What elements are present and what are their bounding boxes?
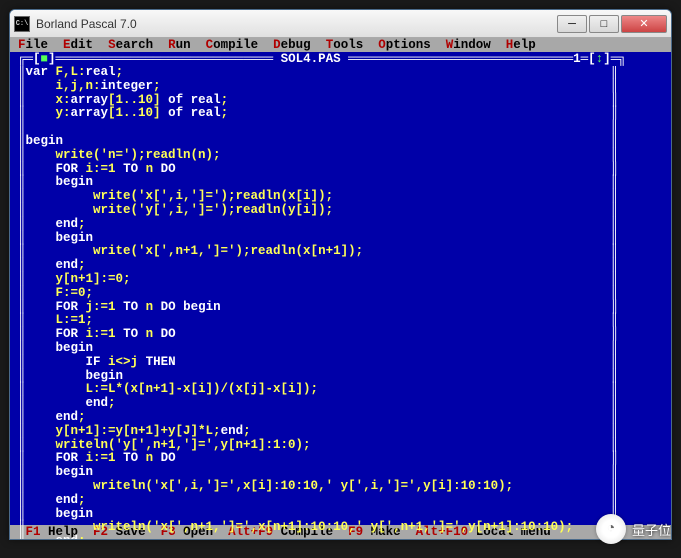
menu-help[interactable]: Help: [506, 38, 536, 52]
menu-search[interactable]: Search: [108, 38, 153, 52]
close-button[interactable]: ✕: [621, 15, 667, 33]
titlebar[interactable]: C:\ Borland Pascal 7.0 ─ □ ✕: [10, 10, 671, 38]
code-line: ║ write('n=');readln(n); ║: [18, 149, 663, 163]
code-line: ║ y[n+1]:=y[n+1]+y[J]*L;end; ║: [18, 425, 663, 439]
code-area[interactable]: ║var F,L:real; ║║ i,j,n:integer; ║║ x:ar…: [18, 66, 663, 539]
menu-debug[interactable]: Debug: [273, 38, 311, 52]
watermark-logo-icon: ◔: [596, 514, 626, 544]
code-line: ║ end; ║: [18, 411, 663, 425]
code-line: ║ end; ║: [18, 494, 663, 508]
minimize-button[interactable]: ─: [557, 15, 587, 33]
code-line: ║ end; ║: [18, 535, 663, 539]
code-line: ║ writeln('x[',i,']=',x[i]:10:10,' y[',i…: [18, 480, 663, 494]
close-box-icon[interactable]: ■: [41, 52, 49, 66]
app-icon: C:\: [14, 16, 30, 32]
code-line: ║ end; ║: [18, 397, 663, 411]
editor-filename: SOL4.PAS: [281, 52, 341, 66]
dos-screen: File Edit Search Run Compile Debug Tools…: [10, 38, 671, 539]
code-line: ║var F,L:real; ║: [18, 66, 663, 80]
code-line: ║ y[n+1]:=0; ║: [18, 273, 663, 287]
zoom-icon[interactable]: ↕: [596, 52, 604, 66]
menu-file[interactable]: File: [18, 38, 48, 52]
menu-run[interactable]: Run: [168, 38, 191, 52]
code-line: ║ begin ║: [18, 342, 663, 356]
code-line: ║ begin ║: [18, 466, 663, 480]
watermark: ◔ 量子位: [596, 514, 671, 544]
code-line: ║ i,j,n:integer; ║: [18, 80, 663, 94]
menu-compile[interactable]: Compile: [206, 38, 259, 52]
code-line: ║ ║: [18, 121, 663, 135]
menu-window[interactable]: Window: [446, 38, 491, 52]
menu-tools[interactable]: Tools: [326, 38, 364, 52]
code-line: ║ end; ║: [18, 259, 663, 273]
editor-frame: ╔═[■]═════════════════════════════ SOL4.…: [10, 52, 671, 525]
window-title: Borland Pascal 7.0: [36, 17, 137, 31]
watermark-text: 量子位: [632, 520, 671, 539]
code-line: ║ F:=0; ║: [18, 287, 663, 301]
maximize-button[interactable]: □: [589, 15, 619, 33]
frame-top: ╔═[■]═════════════════════════════ SOL4.…: [18, 52, 663, 66]
menu-edit[interactable]: Edit: [63, 38, 93, 52]
menu-options[interactable]: Options: [378, 38, 431, 52]
code-line: ║ write('y[',i,']=');readln(y[i]); ║: [18, 204, 663, 218]
window-controls: ─ □ ✕: [555, 15, 667, 33]
code-line: ║ end; ║: [18, 218, 663, 232]
code-line: ║ FOR i:=1 TO n DO ║: [18, 328, 663, 342]
code-line: ║ IF i<>j THEN ║: [18, 356, 663, 370]
menu-bar: File Edit Search Run Compile Debug Tools…: [10, 38, 671, 52]
code-line: ║begin ║: [18, 135, 663, 149]
code-line: ║ write('x[',i,']=');readln(x[i]); ║: [18, 190, 663, 204]
app-window: C:\ Borland Pascal 7.0 ─ □ ✕ File Edit S…: [9, 9, 672, 540]
